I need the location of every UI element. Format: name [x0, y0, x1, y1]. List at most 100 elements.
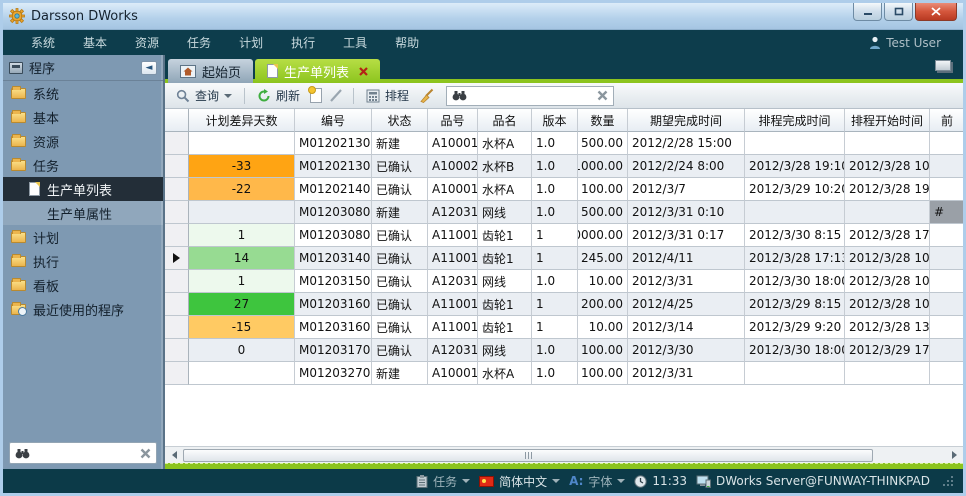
- menu-item[interactable]: 系统: [17, 30, 69, 55]
- table-row[interactable]: 1M012031501已确认A12031网线1.010.002012/3/312…: [165, 270, 963, 293]
- table-row[interactable]: M012030801新建A12031网线1.0500.002012/3/31 0…: [165, 201, 963, 224]
- folder-icon: [11, 280, 26, 291]
- filter-search-input[interactable]: [471, 89, 593, 103]
- row-selector-cell[interactable]: [165, 316, 189, 339]
- menu-item[interactable]: 基本: [69, 30, 121, 55]
- column-header[interactable]: 编号: [295, 109, 372, 132]
- column-header[interactable]: 前: [930, 109, 963, 132]
- filter-clear-icon[interactable]: [597, 90, 608, 101]
- font-icon: A:: [569, 474, 583, 488]
- sidebar-item[interactable]: 生产单列表: [3, 177, 163, 201]
- table-row[interactable]: 14M012031402已确认A11001齿轮11245.002012/4/11…: [165, 247, 963, 270]
- edit-pencil-icon[interactable]: [329, 88, 344, 103]
- column-header[interactable]: 数量: [578, 109, 628, 132]
- column-header[interactable]: 品号: [428, 109, 478, 132]
- font-menu[interactable]: A: 字体: [569, 473, 625, 490]
- sidebar-item[interactable]: 最近使用的程序: [3, 297, 163, 321]
- new-item-icon[interactable]: [310, 88, 322, 103]
- cell-no: M012031501: [295, 270, 372, 293]
- sidebar-search-clear-icon[interactable]: [140, 448, 151, 459]
- folder-clock-icon: [11, 304, 26, 315]
- scrollbar-thumb[interactable]: [183, 449, 873, 462]
- sidebar-collapse-button[interactable]: ◄: [141, 61, 157, 75]
- cell-item-name: 网线: [478, 339, 532, 362]
- menu-item[interactable]: 帮助: [381, 30, 433, 55]
- broom-icon[interactable]: [419, 88, 435, 103]
- row-selector-cell[interactable]: [165, 247, 189, 270]
- query-dropdown-icon[interactable]: [224, 94, 232, 98]
- cell-qty: 245.00: [578, 247, 628, 270]
- cell-sched-start: 2012/3/28 10:52: [845, 293, 930, 316]
- cell-extra: [930, 316, 963, 339]
- sidebar-item[interactable]: 计划: [3, 225, 163, 249]
- row-selector-cell[interactable]: [165, 270, 189, 293]
- folder-icon: [11, 112, 26, 123]
- column-header[interactable]: 品名: [478, 109, 532, 132]
- maximize-button[interactable]: [884, 3, 913, 21]
- app-gear-icon: [9, 8, 25, 24]
- row-selector-cell[interactable]: [165, 293, 189, 316]
- resize-grip[interactable]: [943, 476, 953, 486]
- close-button[interactable]: [915, 3, 957, 21]
- font-label: 字体: [588, 473, 612, 490]
- menu-item[interactable]: 计划: [225, 30, 277, 55]
- scroll-right-button[interactable]: [947, 449, 961, 462]
- column-header[interactable]: 期望完成时间: [628, 109, 745, 132]
- menu-item[interactable]: 任务: [173, 30, 225, 55]
- row-selector-cell[interactable]: [165, 201, 189, 224]
- column-header[interactable]: 状态: [372, 109, 428, 132]
- sidebar-search-box: [9, 442, 157, 464]
- table-row[interactable]: M012021301新建A10001水杯A1.0500.002012/2/28 …: [165, 132, 963, 155]
- column-header[interactable]: 版本: [532, 109, 578, 132]
- tab-home[interactable]: 起始页: [168, 59, 253, 83]
- table-row[interactable]: 27M012031601已确认A11001齿轮11200.002012/4/25…: [165, 293, 963, 316]
- time-value: 11:33: [652, 474, 687, 488]
- cell-extra: [930, 339, 963, 362]
- menu-item[interactable]: 资源: [121, 30, 173, 55]
- sidebar-item[interactable]: 看板: [3, 273, 163, 297]
- sidebar-item[interactable]: 执行: [3, 249, 163, 273]
- sidebar-item[interactable]: 任务: [3, 153, 163, 177]
- sidebar-item[interactable]: 生产单属性: [3, 201, 163, 225]
- panel-layout-icon[interactable]: [935, 60, 951, 71]
- column-header[interactable]: 排程开始时间: [845, 109, 930, 132]
- query-button[interactable]: 查询: [173, 85, 235, 106]
- table-row[interactable]: -33M012021302已确认A10002水杯B1.01000.002012/…: [165, 155, 963, 178]
- scroll-left-button[interactable]: [167, 449, 181, 462]
- cell-due: 2012/3/31 0:10: [628, 201, 745, 224]
- minimize-button[interactable]: [853, 3, 882, 21]
- menu-items: 系统基本资源任务计划执行工具帮助: [17, 30, 433, 55]
- table-row[interactable]: 0M012031701已确认A12031网线1.0100.002012/3/30…: [165, 339, 963, 362]
- sidebar-search-input[interactable]: [35, 446, 140, 460]
- clipboard-icon: [416, 475, 428, 488]
- refresh-button[interactable]: 刷新: [254, 85, 303, 106]
- tab-close-icon[interactable]: [359, 67, 368, 76]
- tab-production-order-list[interactable]: 生产单列表: [255, 59, 380, 83]
- schedule-button[interactable]: 排程: [363, 85, 412, 106]
- sidebar-item-label: 执行: [33, 252, 59, 271]
- sidebar-item[interactable]: 系统: [3, 81, 163, 105]
- row-selector-cell[interactable]: [165, 178, 189, 201]
- user-badge[interactable]: Test User: [869, 36, 949, 50]
- language-menu[interactable]: 简体中文: [479, 473, 560, 490]
- menu-item[interactable]: 执行: [277, 30, 329, 55]
- cell-diff-days: 27: [189, 293, 295, 316]
- sidebar-item[interactable]: 资源: [3, 129, 163, 153]
- row-selector-cell[interactable]: [165, 132, 189, 155]
- column-header[interactable]: 排程完成时间: [745, 109, 845, 132]
- column-header[interactable]: 计划差异天数: [189, 109, 295, 132]
- cell-item-name: 齿轮1: [478, 224, 532, 247]
- table-row[interactable]: 1M012030802已确认A11001齿轮1110000.002012/3/3…: [165, 224, 963, 247]
- sidebar-item[interactable]: 基本: [3, 105, 163, 129]
- row-selector-cell[interactable]: [165, 155, 189, 178]
- menu-item[interactable]: 工具: [329, 30, 381, 55]
- table-row[interactable]: M012032701新建A10001水杯A1.0100.002012/3/31: [165, 362, 963, 385]
- row-selector-cell[interactable]: [165, 339, 189, 362]
- cell-item-no: A10002: [428, 155, 478, 178]
- table-row[interactable]: -22M012021401已确认A10001水杯A1.0100.002012/3…: [165, 178, 963, 201]
- cell-version: 1.0: [532, 155, 578, 178]
- row-selector-cell[interactable]: [165, 224, 189, 247]
- task-menu[interactable]: 任务: [416, 473, 470, 490]
- table-row[interactable]: -15M012031602已确认A11001齿轮1110.002012/3/14…: [165, 316, 963, 339]
- row-selector-cell[interactable]: [165, 362, 189, 385]
